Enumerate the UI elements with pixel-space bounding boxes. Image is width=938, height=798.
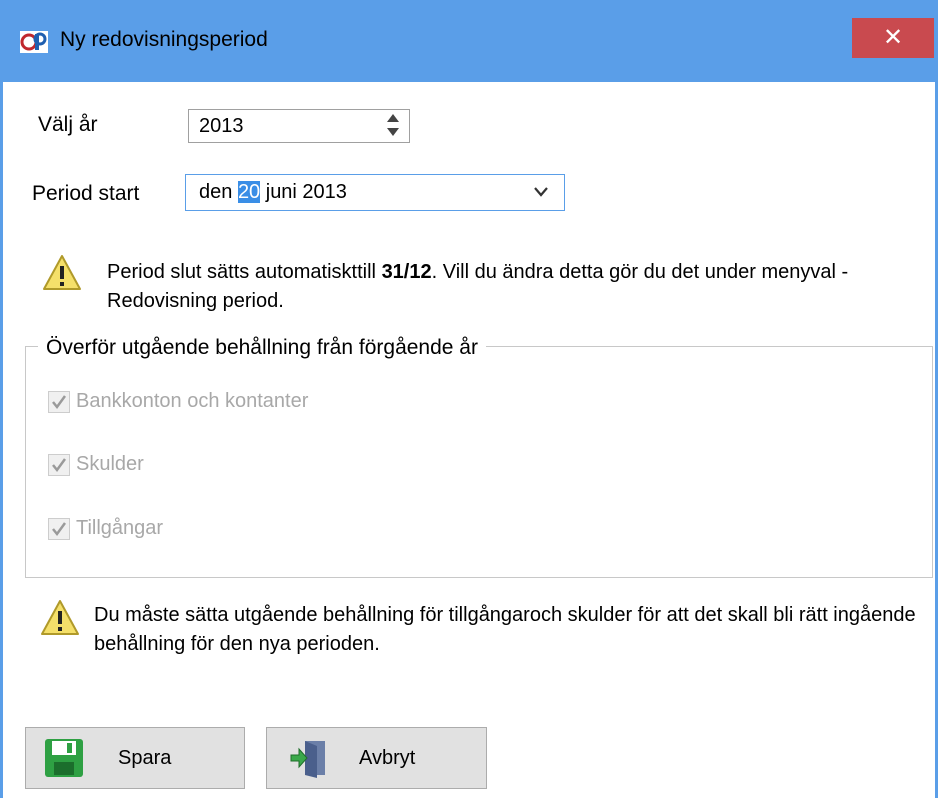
cancel-button-label: Avbryt [359, 747, 416, 769]
checkmark-icon [52, 522, 67, 537]
dialog-window: Ny redovisningsperiod ✕ Välj år 2013 Per… [0, 0, 938, 798]
transfer-groupbox-title: Överför utgående behållning från förgåen… [38, 336, 486, 360]
checkbox-label: Tillgångar [76, 517, 164, 539]
window-border-left [0, 0, 3, 798]
checkbox-box[interactable] [48, 518, 70, 540]
title-bar[interactable]: Ny redovisningsperiod ✕ [0, 0, 938, 82]
warning-icon [43, 255, 81, 290]
spin-up-icon[interactable] [387, 114, 399, 122]
period-start-value[interactable]: den 20 juni 2013 [199, 181, 347, 204]
checkbox-label: Skulder [76, 453, 144, 475]
floppy-disk-icon [45, 739, 83, 777]
balance-notice: Du måste sätta utgående behållning för t… [94, 604, 916, 655]
close-button[interactable]: ✕ [852, 18, 934, 58]
checkmark-icon [52, 458, 67, 473]
period-start-datepicker[interactable]: den 20 juni 2013 [185, 174, 565, 211]
close-icon: ✕ [882, 24, 904, 51]
exit-door-icon [290, 741, 325, 778]
period-end-notice: Period slut sätts automatiskttill 31/12.… [107, 258, 907, 316]
save-button[interactable]: Spara [25, 727, 245, 789]
spin-arrows[interactable] [385, 114, 401, 138]
notice1-date: 31/12 [381, 261, 432, 283]
year-label: Välj år [38, 113, 98, 136]
checkbox-box[interactable] [48, 454, 70, 476]
chevron-down-icon[interactable] [532, 185, 550, 199]
checkbox-box[interactable] [48, 391, 70, 413]
spin-down-icon[interactable] [387, 128, 399, 136]
checkbox-label: Bankkonton och kontanter [76, 390, 309, 412]
date-prefix: den [199, 181, 238, 203]
transfer-groupbox [25, 346, 933, 578]
year-spinbox[interactable]: 2013 [188, 109, 410, 143]
date-suffix: juni 2013 [260, 181, 347, 203]
period-start-label: Period start [32, 182, 140, 205]
app-logo-icon [20, 31, 48, 53]
date-day-selected[interactable]: 20 [237, 181, 261, 203]
notice1-text-start: Period slut sätts automatiskttill [107, 261, 382, 283]
checkmark-icon [52, 395, 67, 410]
year-value[interactable]: 2013 [199, 115, 244, 138]
window-title: Ny redovisningsperiod [60, 28, 268, 51]
cancel-button[interactable]: Avbryt [266, 727, 487, 789]
save-button-label: Spara [118, 747, 172, 769]
warning-icon [41, 600, 79, 635]
